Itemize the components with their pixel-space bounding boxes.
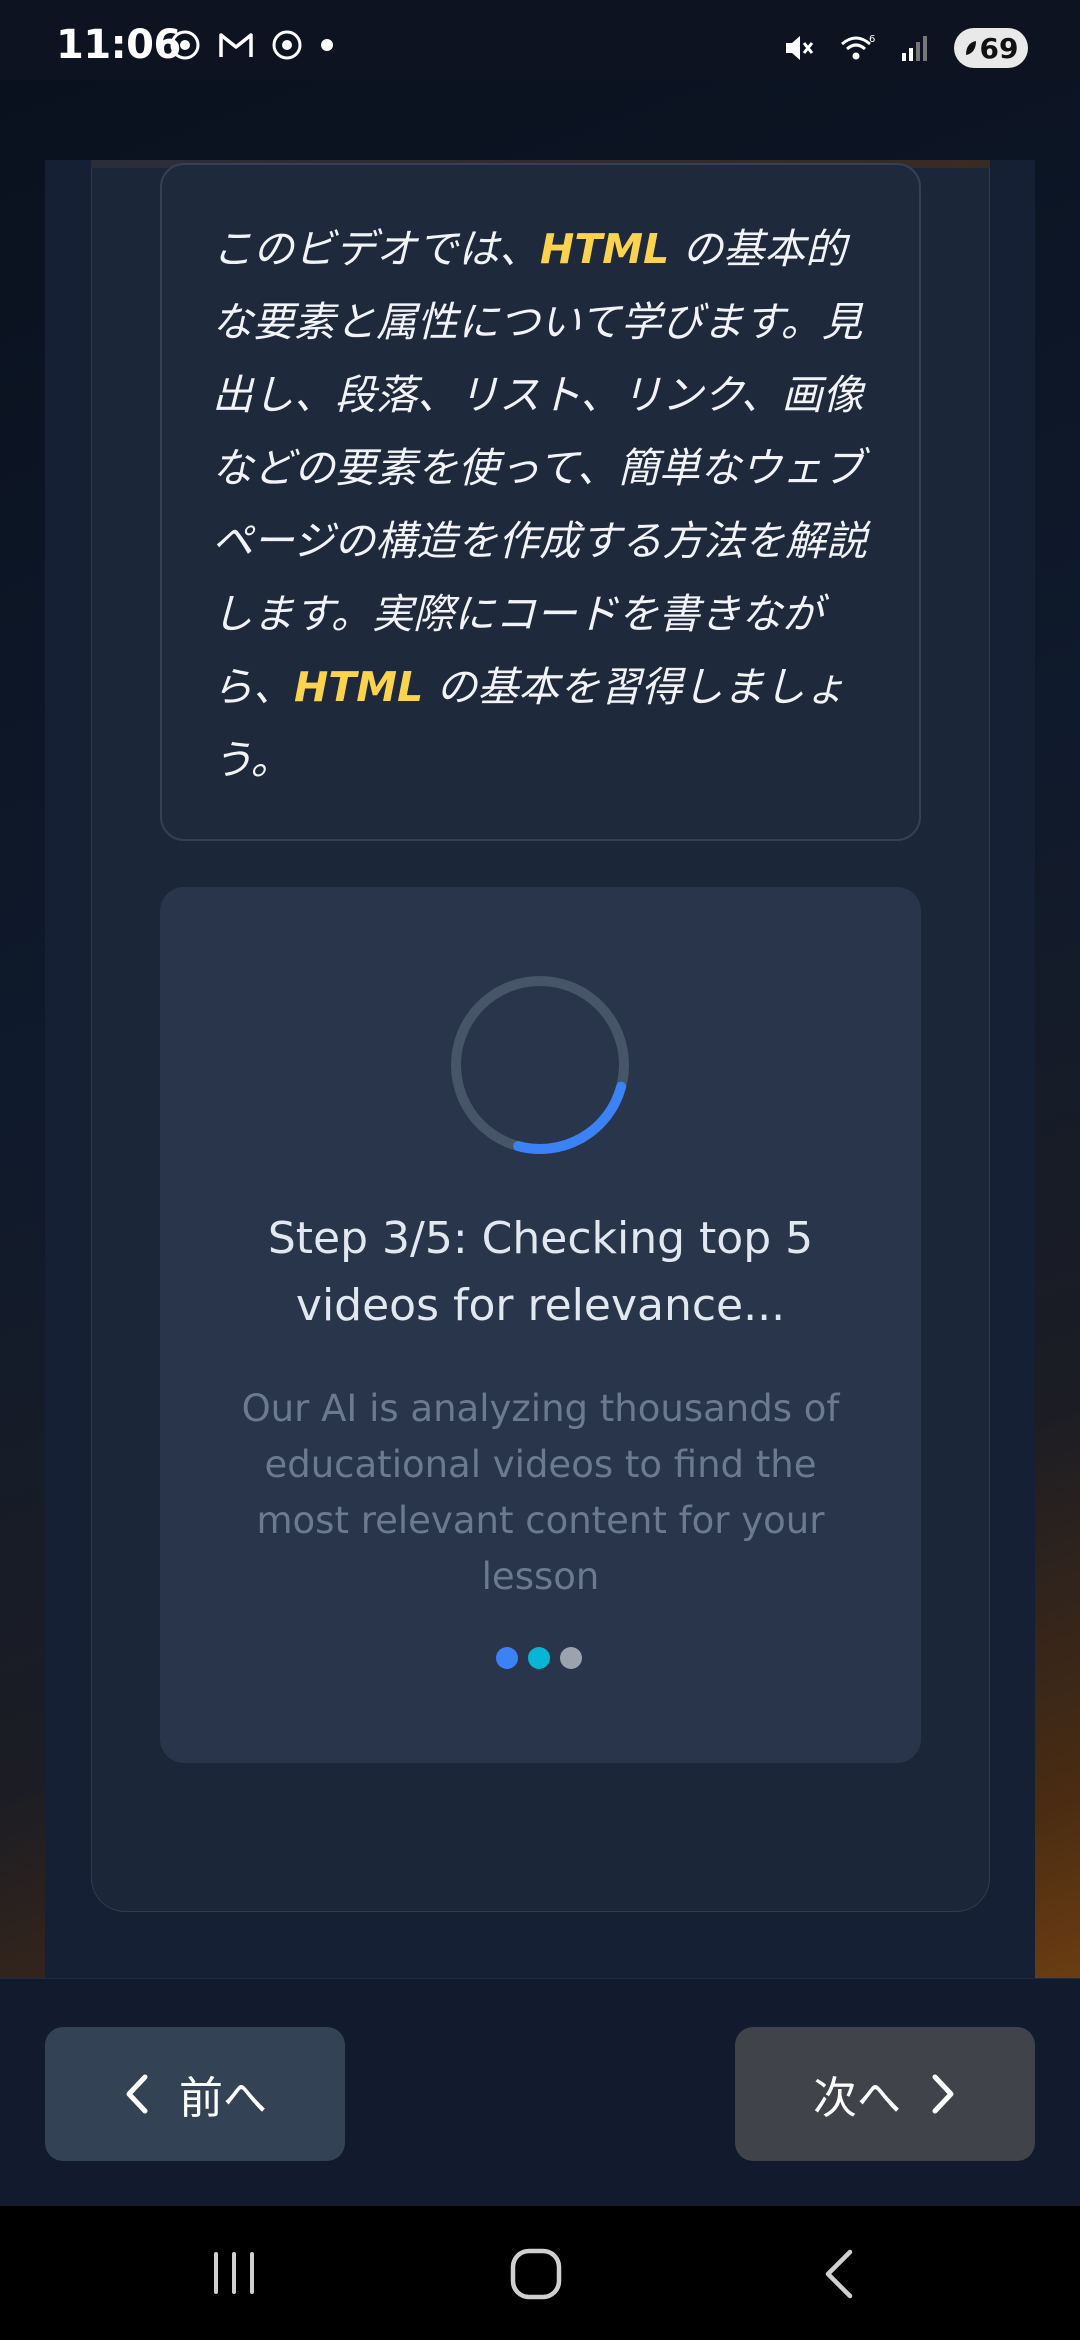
system-status-icons: 6 69 — [782, 28, 1028, 68]
wifi-6-icon: 6 — [841, 34, 875, 60]
battery-level: 69 — [979, 31, 1019, 65]
video-description-box: このビデオでは、HTML の基本的な要素と属性について学びます。見出し、段落、リ… — [160, 163, 921, 841]
home-icon[interactable] — [508, 2246, 564, 2302]
loading-dot — [528, 1647, 550, 1669]
status-time: 11:06 — [56, 22, 181, 68]
signal-icon — [902, 36, 927, 61]
system-navigation-bar — [0, 2206, 1080, 2340]
loading-dot — [560, 1647, 582, 1669]
video-description: このビデオでは、HTML の基本的な要素と属性について学びます。見出し、段落、リ… — [212, 213, 879, 797]
recent-apps-icon[interactable] — [210, 2246, 258, 2300]
notification-icons — [170, 30, 334, 60]
dot-icon — [321, 39, 333, 51]
chrome-icon — [272, 30, 302, 60]
video-loading-card: Step 3/5: Checking top 5 videos for rele… — [160, 887, 921, 1763]
bottom-navigation: 前へ 次へ — [0, 1978, 1080, 2206]
mute-icon — [786, 36, 814, 60]
next-button[interactable]: 次へ — [735, 2027, 1035, 2161]
loading-step-text: Step 3/5: Checking top 5 videos for rele… — [267, 1213, 814, 1331]
desc-highlight: HTML — [540, 225, 670, 273]
leaf-icon — [965, 41, 976, 55]
gmail-icon — [219, 33, 253, 57]
loading-description: Our AI is analyzing thousands of educati… — [241, 1387, 840, 1598]
desc-highlight: HTML — [294, 663, 424, 711]
loading-spinner — [451, 976, 629, 1154]
prev-button-label: 前へ — [179, 2073, 267, 2124]
loading-dots — [496, 1647, 582, 1669]
battery-icon: 69 — [954, 28, 1028, 68]
chevron-left-icon — [126, 2074, 148, 2114]
chrome-icon — [170, 30, 200, 60]
spinner-progress-arc — [451, 976, 629, 1154]
desc-part: の基本的な要素と属性について学びます。見出し、段落、リスト、リンク、画像などの要… — [212, 225, 868, 711]
next-button-label: 次へ — [813, 2073, 901, 2124]
desc-part: このビデオでは、 — [212, 225, 540, 273]
svg-text:6: 6 — [869, 34, 875, 45]
back-icon[interactable] — [818, 2246, 858, 2302]
prev-button[interactable]: 前へ — [45, 2027, 345, 2161]
status-bar: 11:06 6 69 — [0, 0, 1080, 80]
loading-dot — [496, 1647, 518, 1669]
chevron-right-icon — [932, 2074, 954, 2114]
